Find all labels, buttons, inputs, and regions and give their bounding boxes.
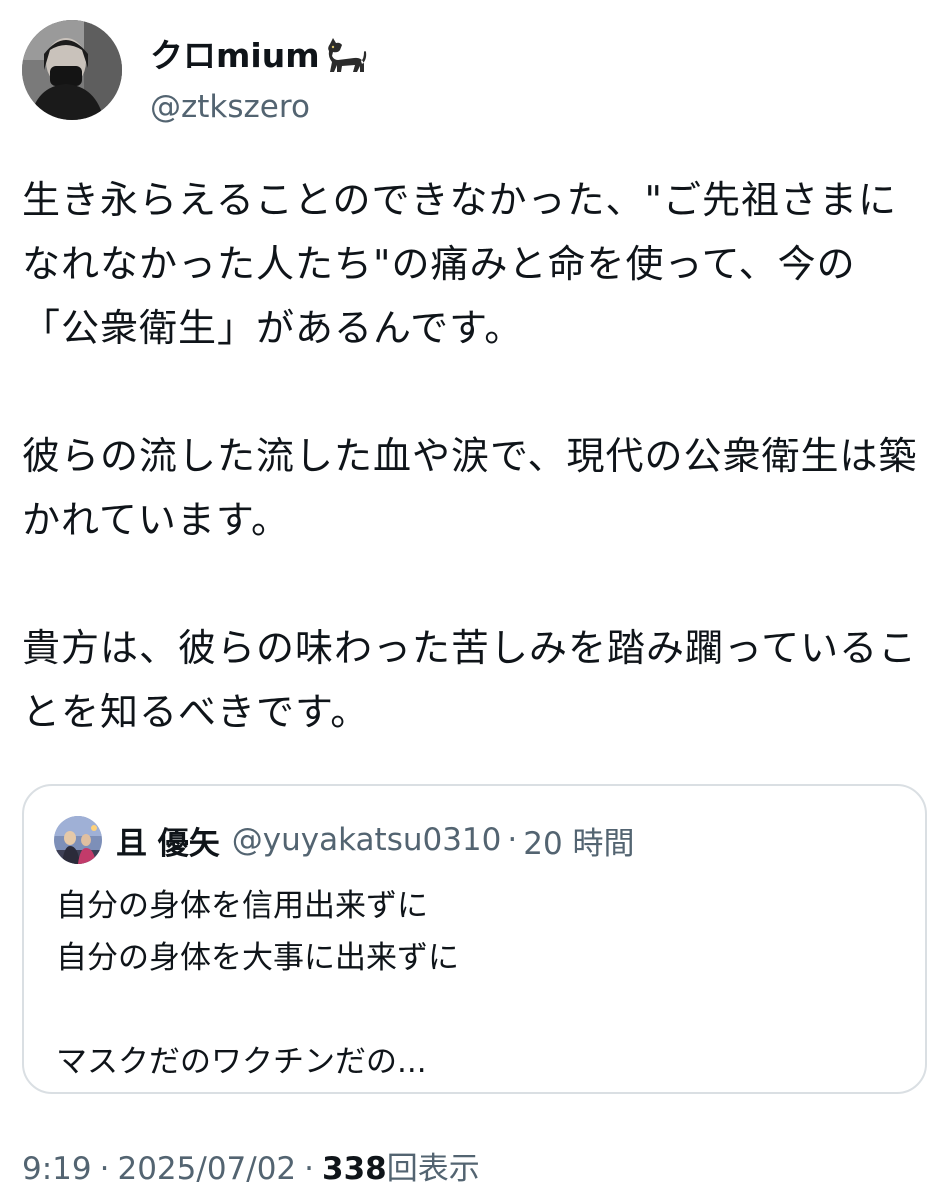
- quote-line: 自分の身体を信用出来ずに: [56, 888, 428, 924]
- quote-line: マスクだのワクチンだの...: [56, 1044, 427, 1080]
- tweet-line: 彼らの流した流した血や涙で、現代の公衆衛生は築: [22, 434, 918, 478]
- author-name-text: クロmium: [150, 36, 320, 75]
- views-count: 338: [322, 1151, 387, 1187]
- quoted-tweet-card[interactable]: 且 優矢 @yuyakatsu0310 · 20 時間 自分の身体を信用出来ずに…: [22, 784, 927, 1094]
- quoted-tweet-text: 自分の身体を信用出来ずに 自分の身体を大事に出来ずに マスクだのワクチンだの..…: [56, 880, 896, 1088]
- quoted-tweet-time[interactable]: 20 時間: [523, 818, 634, 863]
- tweet-line: かれています。: [22, 498, 291, 542]
- quoted-tweet-header: 且 優矢 @yuyakatsu0310 · 20 時間: [54, 816, 635, 864]
- tweet-text: 生き永らえることのできなかった、"ご先祖さまに なれなかった人たち"の痛みと命を…: [22, 168, 932, 744]
- quote-line: 自分の身体を大事に出来ずに: [56, 940, 459, 976]
- tweet-time[interactable]: 9:19: [22, 1151, 92, 1187]
- tweet-line: 「公衆衛生」があるんです。: [22, 306, 524, 350]
- quoted-author-name[interactable]: 且 優矢: [116, 818, 220, 863]
- tweet-header: クロmium @ztkszero: [22, 20, 922, 125]
- tweet-date[interactable]: 2025/07/02: [117, 1151, 296, 1187]
- quote-paragraph-gap: [56, 984, 896, 1036]
- quoted-author-avatar[interactable]: [54, 816, 102, 864]
- author-handle[interactable]: @ztkszero: [150, 88, 310, 126]
- tweet-line: とを知るべきです。: [22, 690, 370, 734]
- separator-dot: ·: [507, 822, 518, 858]
- author-display-name[interactable]: クロmium: [150, 36, 368, 76]
- separator-dot: ·: [304, 1151, 315, 1187]
- separator-dot: ·: [99, 1151, 110, 1187]
- black-cat-icon: [324, 38, 368, 74]
- tweet-line: 生き永らえることのできなかった、"ご先祖さまに: [22, 178, 897, 222]
- tweet-line: 貴方は、彼らの味わった苦しみを踏み躙っているこ: [22, 626, 918, 670]
- author-avatar[interactable]: [22, 20, 122, 120]
- tweet-line: なれなかった人たち"の痛みと命を使って、今の: [22, 242, 856, 286]
- views-label: 回表示: [386, 1151, 480, 1187]
- quoted-author-handle[interactable]: @yuyakatsu0310: [232, 822, 502, 858]
- tweet-meta: 9:19 · 2025/07/02 · 338回表示: [22, 1148, 480, 1190]
